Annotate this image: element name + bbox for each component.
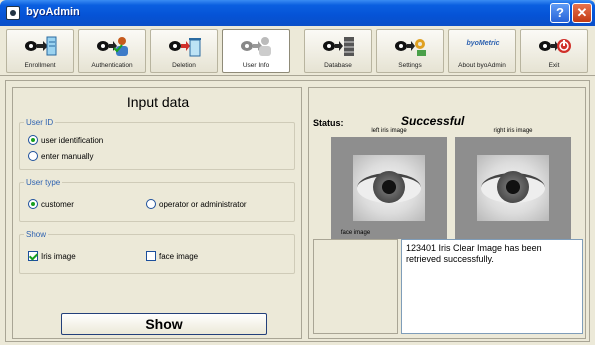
toolbar-label-user-info: User Info xyxy=(242,62,270,69)
customer-radio[interactable]: customer xyxy=(28,199,74,209)
iris-image-checkbox[interactable]: Iris image xyxy=(28,251,76,261)
exit-button[interactable]: Exit xyxy=(520,29,588,73)
show-group: Show Iris image face image xyxy=(19,230,295,274)
status-value: Successful xyxy=(401,114,465,128)
deletion-button[interactable]: Deletion xyxy=(150,29,218,73)
toolbar-label-database: Database xyxy=(324,62,352,69)
left-iris-label: left iris image xyxy=(371,128,407,134)
window-title: byoAdmin xyxy=(26,6,80,18)
customer-label: customer xyxy=(41,199,74,209)
input-data-panel: Input data User ID user identification e… xyxy=(12,87,302,339)
right-eye-photo xyxy=(477,155,549,221)
user-identification-label: user identification xyxy=(41,135,104,145)
app-icon xyxy=(6,6,20,20)
face-image-box xyxy=(313,239,398,334)
iris-image-label: Iris image xyxy=(41,251,76,261)
about-button[interactable]: byoMetric About byoAdmin xyxy=(448,29,516,73)
database-button[interactable]: Database xyxy=(304,29,372,73)
radio-indicator[interactable] xyxy=(146,199,156,209)
show-group-title: Show xyxy=(24,230,49,239)
enter-manually-label: enter manually xyxy=(41,151,94,161)
exit-icon xyxy=(539,39,571,53)
toolbar-label-authentication: Authentication xyxy=(91,62,133,69)
toolbar: Enrollment Authentication Deletion User … xyxy=(0,26,595,76)
settings-icon xyxy=(395,39,426,56)
toolbar-label-about: About byoAdmin xyxy=(458,62,506,69)
checkbox-indicator[interactable] xyxy=(146,251,156,261)
toolbar-label-deletion: Deletion xyxy=(172,62,196,69)
about-icon: byoMetric xyxy=(466,40,500,47)
face-image-label: face image xyxy=(159,251,199,261)
operator-label: operator or administrator xyxy=(159,199,247,209)
checkbox-indicator[interactable] xyxy=(28,251,38,261)
title-bar: byoAdmin ? ✕ xyxy=(0,0,595,26)
settings-button[interactable]: Settings xyxy=(376,29,444,73)
show-button[interactable]: Show xyxy=(61,313,267,335)
toolbar-label-settings: Settings xyxy=(398,62,422,69)
left-eye-photo xyxy=(353,155,425,221)
user-identification-radio[interactable]: user identification xyxy=(28,135,103,145)
result-panel: Status: Successful left iris image right… xyxy=(308,87,586,339)
input-data-title: Input data xyxy=(126,94,190,110)
user-info-button[interactable]: User Info xyxy=(222,29,290,73)
radio-indicator[interactable] xyxy=(28,135,38,145)
toolbar-label-enrollment: Enrollment xyxy=(24,62,56,69)
authentication-icon xyxy=(97,37,128,56)
help-button[interactable]: ? xyxy=(550,3,570,23)
user-type-group: User type customer operator or administr… xyxy=(19,178,295,222)
enrollment-icon xyxy=(25,36,57,56)
user-id-group-title: User ID xyxy=(24,118,56,127)
user-id-group: User ID user identification enter manual… xyxy=(19,118,295,170)
enrollment-button[interactable]: Enrollment xyxy=(6,29,74,73)
right-iris-image xyxy=(455,137,571,239)
user-info-icon xyxy=(241,37,271,56)
deletion-icon xyxy=(169,38,201,57)
toolbar-label-exit: Exit xyxy=(548,62,560,69)
authentication-button[interactable]: Authentication xyxy=(78,29,146,73)
right-iris-label: right iris image xyxy=(493,128,533,134)
radio-indicator[interactable] xyxy=(28,199,38,209)
radio-indicator[interactable] xyxy=(28,151,38,161)
operator-radio[interactable]: operator or administrator xyxy=(146,199,247,209)
user-type-group-title: User type xyxy=(24,178,63,187)
message-box[interactable]: 123401 Iris Clear Image has been retriev… xyxy=(401,239,583,334)
status-label: Status: xyxy=(313,118,344,128)
face-image-label-caption: face image xyxy=(340,230,371,236)
left-iris-image xyxy=(331,137,447,239)
close-button[interactable]: ✕ xyxy=(572,3,592,23)
enter-manually-radio[interactable]: enter manually xyxy=(28,151,93,161)
database-icon xyxy=(323,37,354,56)
main-area: Input data User ID user identification e… xyxy=(5,80,590,342)
face-image-checkbox[interactable]: face image xyxy=(146,251,198,261)
